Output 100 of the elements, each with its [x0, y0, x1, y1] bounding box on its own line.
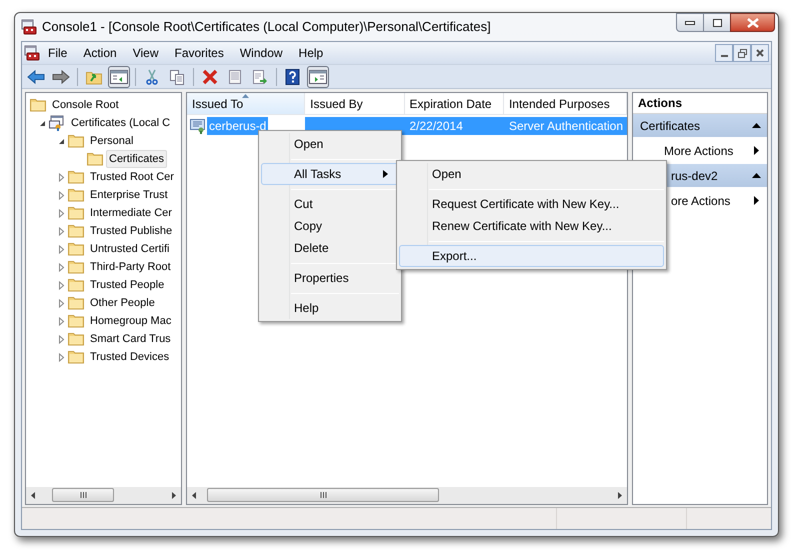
menu-item[interactable]: Help: [261, 297, 399, 319]
collapse-icon: [752, 123, 761, 128]
horizontal-scrollbar[interactable]: [187, 487, 627, 504]
maximize-icon: [712, 18, 722, 26]
expand-arrow-icon[interactable]: [57, 208, 66, 218]
help-icon: [285, 68, 301, 84]
sort-arrow-icon: [242, 94, 249, 98]
folder-icon: [68, 188, 84, 202]
scrollbar-thumb[interactable]: [52, 488, 114, 502]
folder-icon: [87, 152, 103, 166]
copy-icon: [169, 68, 185, 84]
folder-icon: [68, 350, 84, 364]
folder-icon: [68, 260, 84, 274]
column-header[interactable]: Issued By: [305, 93, 405, 115]
tree-item[interactable]: Trusted People: [87, 276, 168, 294]
delete-icon: [202, 68, 218, 84]
tree-item[interactable]: Trusted Root Cer: [87, 168, 177, 186]
collapse-arrow-icon[interactable]: [38, 118, 47, 128]
window-title: Console1 - [Console Root\Certificates (Local Computer)\Personal\Certificates]: [42, 18, 491, 36]
properties-icon: [227, 68, 243, 84]
forward-arrow-icon: [52, 68, 70, 84]
menu-item[interactable]: Export...: [399, 245, 664, 267]
menu-bar-item[interactable]: File: [40, 43, 76, 63]
folder-icon: [30, 98, 46, 112]
back-arrow-icon: [27, 68, 45, 84]
grip-icon: [80, 492, 86, 498]
menu-bar-item[interactable]: View: [124, 43, 166, 63]
menu-item[interactable]: Delete: [261, 237, 399, 259]
tree-item[interactable]: Intermediate Cer: [87, 204, 175, 222]
app-icon: [21, 19, 37, 35]
tree-item[interactable]: Trusted Devices: [87, 348, 172, 366]
menu-item[interactable]: All Tasks: [261, 163, 399, 185]
action-pane-icon: [309, 68, 327, 84]
horizontal-scrollbar[interactable]: [26, 487, 181, 504]
tree-item[interactable]: Enterprise Trust: [87, 186, 171, 204]
column-header[interactable]: Intended Purposes: [504, 93, 627, 115]
menu-item[interactable]: Properties: [261, 267, 399, 289]
folder-icon: [68, 278, 84, 292]
restore-button[interactable]: [733, 44, 751, 62]
menu-bar-item[interactable]: Favorites: [166, 43, 232, 63]
menu-bar-item[interactable]: Window: [232, 43, 291, 63]
expand-arrow-icon[interactable]: [57, 334, 66, 344]
scissors-icon: [144, 68, 160, 84]
maximize-button[interactable]: [704, 13, 730, 32]
export-list-icon: [252, 68, 268, 84]
toolbar-button[interactable]: [307, 66, 329, 88]
minimize-icon: [685, 20, 695, 24]
close-button[interactable]: [730, 13, 775, 32]
expand-arrow-icon[interactable]: [57, 280, 66, 290]
folder-icon: [68, 332, 84, 346]
tree-item[interactable]: Certificates (Local C: [68, 114, 174, 132]
tree-item[interactable]: Untrusted Certifi: [87, 240, 172, 258]
minimize-button[interactable]: [715, 44, 733, 62]
close-icon: [756, 49, 764, 57]
scrollbar-thumb[interactable]: [207, 488, 439, 502]
menu-bar-item[interactable]: Help: [290, 43, 332, 63]
folder-icon: [68, 242, 84, 256]
folder-icon: [68, 314, 84, 328]
grip-icon: [320, 492, 326, 498]
expand-arrow-icon[interactable]: [57, 226, 66, 236]
menu-bar-item[interactable]: Action: [75, 43, 125, 63]
tree-item[interactable]: Third-Party Root: [87, 258, 174, 276]
expand-arrow-icon[interactable]: [57, 316, 66, 326]
expand-arrow-icon[interactable]: [57, 172, 66, 182]
folder-icon: [68, 206, 84, 220]
tree-item[interactable]: Smart Card Trus: [87, 330, 174, 348]
action-item[interactable]: More Actions: [633, 137, 767, 164]
tree-item[interactable]: Personal: [87, 132, 136, 150]
menu-item[interactable]: Copy: [261, 215, 399, 237]
tree-item[interactable]: Certificates: [106, 150, 168, 168]
menu-item[interactable]: Open: [261, 133, 399, 155]
folder-icon: [68, 134, 84, 148]
certificate-store-icon: [49, 115, 65, 131]
certificate-icon: [190, 118, 206, 134]
menu-item[interactable]: Cut: [261, 193, 399, 215]
tree-pane-icon: [110, 68, 128, 84]
expand-arrow-icon[interactable]: [57, 244, 66, 254]
action-section-header[interactable]: Certificates: [633, 114, 767, 137]
column-header[interactable]: Expiration Date: [404, 93, 504, 115]
restore-icon: [738, 48, 746, 58]
folder-icon: [68, 296, 84, 310]
toolbar-button[interactable]: [108, 66, 130, 88]
console-icon: [24, 45, 40, 61]
tree-item[interactable]: Homegroup Mac: [87, 312, 174, 330]
minimize-button[interactable]: [676, 13, 704, 32]
expand-arrow-icon[interactable]: [57, 190, 66, 200]
expand-arrow-icon[interactable]: [57, 298, 66, 308]
close-button[interactable]: [751, 44, 769, 62]
column-header[interactable]: Issued To: [187, 93, 306, 115]
expand-arrow-icon[interactable]: [57, 352, 66, 362]
tree-item[interactable]: Console Root: [49, 96, 122, 114]
collapse-arrow-icon[interactable]: [57, 136, 66, 146]
submenu-arrow-icon: [383, 170, 388, 178]
expand-arrow-icon[interactable]: [57, 262, 66, 272]
menu-item[interactable]: Renew Certificate with New Key...: [399, 215, 664, 237]
folder-icon: [68, 224, 84, 238]
more-arrow-icon: [754, 146, 759, 155]
tree-item[interactable]: Trusted Publishe: [87, 222, 176, 240]
tree-item[interactable]: Other People: [87, 294, 158, 312]
folder-icon: [68, 170, 84, 184]
